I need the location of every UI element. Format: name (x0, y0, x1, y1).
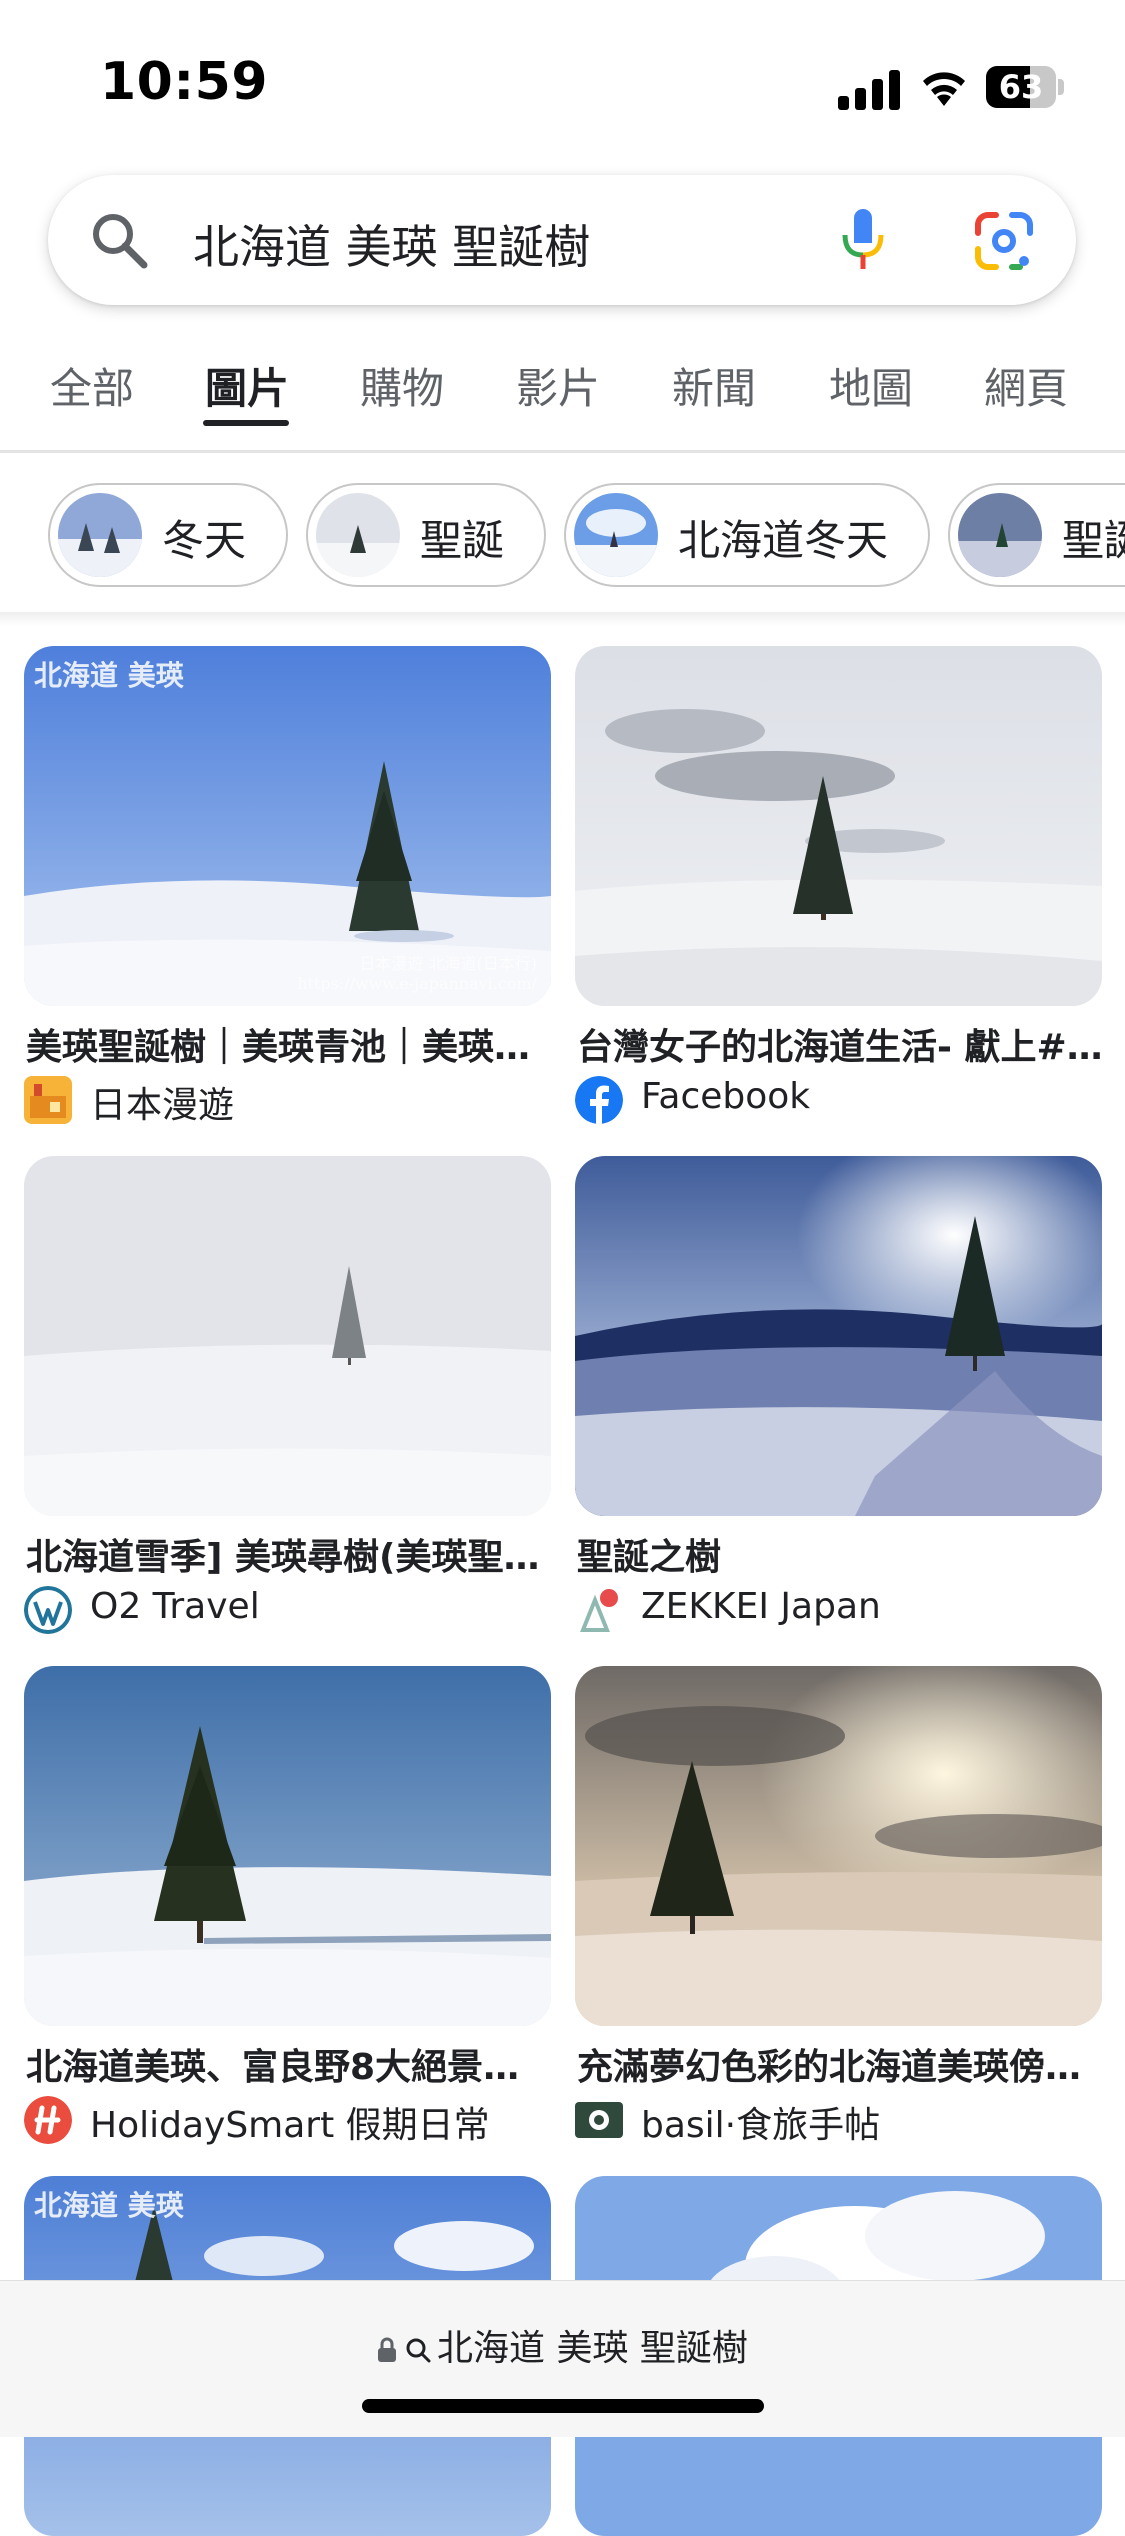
battery-icon: 63 (986, 66, 1066, 108)
battery-percent: 63 (998, 68, 1044, 106)
result-source[interactable]: 日本漫遊 (24, 1074, 551, 1126)
google-lens-icon[interactable] (972, 209, 1036, 273)
chip-label: 聖誕 (420, 516, 505, 565)
chip-christmas-2[interactable]: 聖誕 (948, 483, 1125, 587)
tabs-divider (0, 450, 1125, 453)
result-source[interactable]: basil·食旅手帖 (575, 2094, 1102, 2146)
chip-thumbnail (58, 493, 142, 577)
tab-all[interactable]: 全部 (50, 355, 134, 416)
lock-icon (378, 2337, 397, 2362)
chip-winter[interactable]: 冬天 (48, 483, 288, 587)
search-bar[interactable]: 北海道 美瑛 聖誕樹 (48, 175, 1076, 305)
address-field[interactable]: 北海道 美瑛 聖誕樹 (0, 2319, 1125, 2371)
wordpress-icon (24, 1586, 72, 1634)
search-icon (406, 2338, 431, 2363)
active-tab-indicator (203, 420, 289, 426)
result-source[interactable]: O2 Travel (24, 1584, 551, 1634)
chip-hokkaido-winter[interactable]: 北海道冬天 (564, 483, 930, 587)
zekkei-japan-favicon (575, 1586, 623, 1634)
result-image[interactable] (24, 1156, 551, 1516)
microphone-icon[interactable] (833, 205, 893, 275)
chips-divider (0, 612, 1125, 626)
search-tabs: 全部 圖片 購物 影片 新聞 地圖 網頁 (0, 355, 1125, 450)
source-name: HolidaySmart 假期日常 (90, 2105, 490, 2146)
wifi-icon (923, 72, 965, 106)
chip-label: 北海道冬天 (678, 516, 889, 565)
japan-manyou-favicon (24, 1076, 72, 1124)
tab-news[interactable]: 新聞 (672, 355, 756, 416)
chip-label: 冬天 (162, 516, 247, 565)
address-text: 北海道 美瑛 聖誕樹 (437, 2328, 748, 2369)
image-watermark: 日本漫遊 北海道(日本行) https://www.e-japannavi.co… (297, 954, 537, 993)
chip-christmas[interactable]: 聖誕 (306, 483, 546, 587)
source-name: 日本漫遊 (90, 1085, 235, 1126)
result-source[interactable]: Facebook (575, 1074, 1102, 1124)
result-image[interactable] (575, 646, 1102, 1006)
refinement-chips: 冬天 聖誕 北海道冬天 聖誕 (0, 480, 1125, 595)
image-overlay-text: 北海道 美瑛 (34, 659, 184, 692)
facebook-icon (575, 1076, 623, 1124)
result-source[interactable]: ZEKKEI Japan (575, 1584, 1102, 1634)
source-name: basil·食旅手帖 (641, 2105, 881, 2146)
source-name: O2 Travel (90, 1586, 260, 1627)
result-source[interactable]: HolidaySmart 假期日常 (24, 2094, 551, 2146)
basil-camera-favicon (575, 2102, 623, 2138)
result-title[interactable]: 聖誕之樹 (577, 1528, 1104, 1580)
chip-label: 聖誕 (1062, 516, 1125, 565)
status-time: 10:59 (100, 52, 269, 112)
search-icon[interactable] (88, 209, 150, 271)
result-image[interactable] (575, 1666, 1102, 2026)
source-name: Facebook (641, 1076, 811, 1117)
result-image[interactable]: 北海道 美瑛 日本漫遊 北海道(日本行) https://www.e-japan… (24, 646, 551, 1006)
result-title[interactable]: 北海道雪季] 美瑛尋樹(美瑛聖… (26, 1528, 553, 1580)
result-image[interactable] (24, 1666, 551, 2026)
tab-maps[interactable]: 地圖 (829, 355, 913, 416)
chip-thumbnail (574, 493, 658, 577)
result-title[interactable]: 台灣女子的北海道生活- 獻上#… (577, 1018, 1104, 1070)
home-indicator[interactable] (362, 2399, 764, 2413)
tab-images[interactable]: 圖片 (205, 355, 289, 416)
chip-thumbnail (316, 493, 400, 577)
tab-videos[interactable]: 影片 (516, 355, 600, 416)
cellular-signal-icon (838, 68, 902, 110)
result-title[interactable]: 北海道美瑛、富良野8大絕景！… (26, 2038, 553, 2090)
tab-web[interactable]: 網頁 (984, 355, 1068, 416)
browser-address-bar[interactable]: 北海道 美瑛 聖誕樹 (0, 2280, 1125, 2437)
search-input[interactable]: 北海道 美瑛 聖誕樹 (193, 211, 590, 277)
result-title[interactable]: 充滿夢幻色彩的北海道美瑛傍… (577, 2038, 1104, 2090)
source-name: ZEKKEI Japan (641, 1586, 881, 1627)
result-image[interactable] (575, 1156, 1102, 1516)
tab-shopping[interactable]: 購物 (360, 355, 444, 416)
chip-thumbnail (958, 493, 1042, 577)
image-overlay-text: 北海道 美瑛 (34, 2189, 184, 2222)
result-title[interactable]: 美瑛聖誕樹｜美瑛青池｜美瑛… (26, 1018, 553, 1070)
holidaysmart-icon (24, 2096, 72, 2144)
